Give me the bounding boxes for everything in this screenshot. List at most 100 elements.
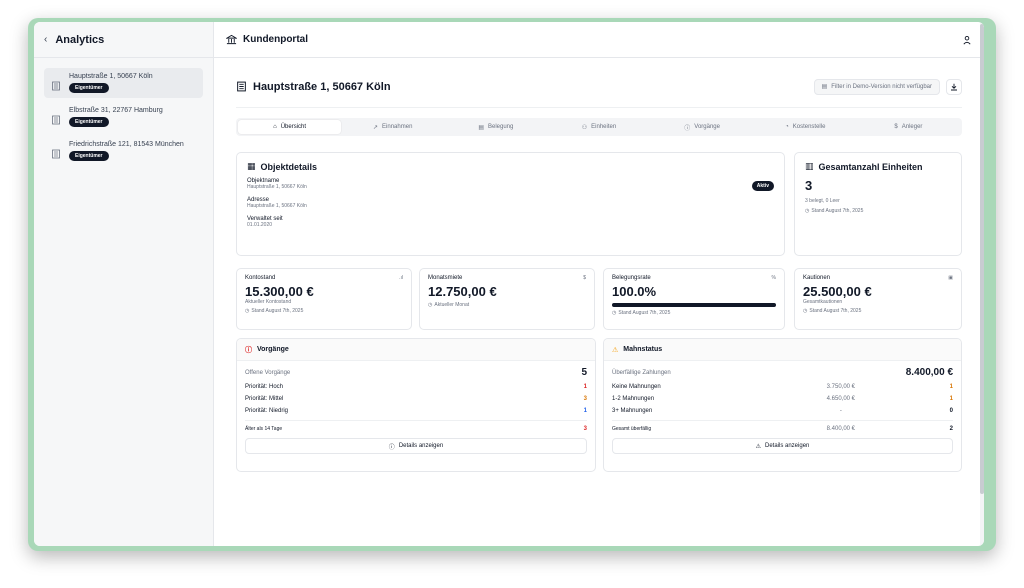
list-item: 3+ Mahnungen -0 bbox=[612, 408, 953, 414]
tab-anleger[interactable]: $ Anleger bbox=[857, 120, 960, 134]
overdue-label: Überfällige Zahlungen bbox=[612, 369, 671, 376]
tab-uebersicht[interactable]: ⌂ Übersicht bbox=[238, 120, 342, 134]
stat-value: 15.300,00 € bbox=[245, 284, 314, 299]
stand-text: Stand August 7th, 2025 bbox=[811, 208, 864, 214]
property-list: Hauptstraße 1, 50667 Köln Eigentümer Elb… bbox=[34, 58, 213, 176]
property-address: Hauptstraße 1, 50667 Köln bbox=[69, 73, 153, 80]
details-button[interactable]: ⓘ Details anzeigen bbox=[245, 438, 587, 454]
chevron-left-icon[interactable]: ‹ bbox=[44, 34, 47, 45]
building-icon bbox=[52, 149, 60, 159]
trend-up-icon: ↗ bbox=[373, 124, 379, 131]
user-icon[interactable] bbox=[962, 35, 972, 45]
vorgaenge-card: ⓘ Vorgänge Offene Vorgänge 5 Priorität: Ho… bbox=[236, 338, 596, 472]
stat-card-kontostand: Kontostand .ıl 15.300,00 € Aktueller Kont… bbox=[236, 268, 412, 330]
clock-icon: ◷ bbox=[803, 308, 808, 314]
list-item: Keine Mahnungen 3.750,00 €1 bbox=[612, 384, 953, 390]
safe-icon: ▣ bbox=[948, 275, 953, 281]
owner-badge: Eigentümer bbox=[69, 151, 109, 161]
stat-card-kautionen: Kautionen ▣ 25.500,00 € Gesamtkautionen ◷… bbox=[794, 268, 962, 330]
card-title: Mahnstatus bbox=[623, 346, 663, 353]
app-window: ‹ Analytics Hauptstraße 1, 50667 Köln Ei… bbox=[34, 22, 984, 546]
field-value: Hauptstraße 1, 50667 Köln bbox=[247, 203, 307, 209]
download-button[interactable] bbox=[946, 78, 962, 95]
stat-label: Kautionen bbox=[803, 275, 831, 281]
tab-kostenstelle[interactable]: ◔ Kostenstelle bbox=[754, 120, 857, 134]
tab-belegung[interactable]: ▤ Belegung bbox=[444, 120, 547, 134]
clock-icon: ◷ bbox=[428, 302, 433, 308]
warning-icon: ⚠ bbox=[755, 443, 761, 450]
list-item: 1-2 Mahnungen 4.650,00 €1 bbox=[612, 396, 953, 402]
tab-bar: ⌂ Übersicht ↗ Einnahmen ▤ Belegung ⚇ Einheit… bbox=[236, 118, 962, 136]
sidebar: ‹ Analytics Hauptstraße 1, 50667 Köln Ei… bbox=[34, 22, 214, 546]
open-label: Offene Vorgänge bbox=[245, 369, 291, 376]
units-detail: 3 belegt, 0 Leer bbox=[805, 198, 840, 204]
scrollbar-thumb[interactable] bbox=[980, 24, 984, 494]
property-item[interactable]: Hauptstraße 1, 50667 Köln Eigentümer bbox=[44, 68, 203, 98]
bar-chart-icon: .ıl bbox=[399, 275, 403, 281]
scrollbar[interactable] bbox=[980, 22, 984, 546]
alert-circle-icon: ⓘ bbox=[245, 346, 252, 354]
stat-value: 100.0% bbox=[612, 284, 657, 299]
owner-badge: Eigentümer bbox=[69, 83, 109, 93]
calendar-icon: ▤ bbox=[821, 84, 828, 90]
percent-icon: % bbox=[771, 275, 776, 281]
stand-text: Stand August 7th, 2025 bbox=[809, 308, 862, 314]
card-title: Gesamtanzahl Einheiten bbox=[818, 161, 923, 172]
list-item: Priorität: Hoch 1 bbox=[245, 384, 587, 390]
calendar-icon: ▤ bbox=[478, 124, 484, 131]
building-icon: ▥ bbox=[805, 161, 814, 171]
property-item[interactable]: Elbstraße 31, 22767 Hamburg Eigentümer bbox=[44, 102, 203, 132]
details-button[interactable]: ⚠ Details anzeigen bbox=[612, 438, 953, 454]
stat-sub: Gesamtkautionen bbox=[803, 299, 843, 305]
owner-badge: Eigentümer bbox=[69, 117, 109, 127]
card-title: Objektdetails bbox=[260, 161, 318, 172]
building-icon: ▦ bbox=[247, 161, 256, 171]
occupancy-progress-fill bbox=[612, 303, 776, 307]
stat-card-belegungsrate: Belegungsrate% 100.0% ◷ Stand August 7th,… bbox=[603, 268, 785, 330]
stand-text: Aktueller Monat bbox=[434, 302, 470, 308]
units-count: 3 bbox=[805, 178, 813, 193]
main-area: Kundenportal Hauptstraße 1, 50667 Köln ▤… bbox=[214, 22, 984, 546]
dollar-icon: $ bbox=[894, 124, 898, 130]
pie-icon: ◔ bbox=[785, 124, 789, 130]
stat-label: Kontostand bbox=[245, 275, 276, 281]
list-item: Priorität: Mittel 3 bbox=[245, 396, 587, 402]
einheiten-card: ▥ Gesamtanzahl Einheiten 3 3 belegt, 0 Le… bbox=[794, 152, 962, 256]
clock-icon: ◷ bbox=[245, 308, 250, 314]
app-title: Kundenportal bbox=[243, 34, 308, 45]
stat-label: Monatsmiete bbox=[428, 275, 463, 281]
stand-text: Stand August 7th, 2025 bbox=[251, 308, 304, 314]
stat-value: 25.500,00 € bbox=[803, 284, 872, 299]
warning-icon: ⚠ bbox=[612, 346, 619, 354]
list-item: Gesamt überfällig 8.400,00 €2 bbox=[612, 420, 953, 432]
stat-sub: Aktueller Kontostand bbox=[245, 299, 292, 305]
list-item: Priorität: Niedrig 1 bbox=[245, 408, 587, 414]
tab-einheiten[interactable]: ⚇ Einheiten bbox=[547, 120, 650, 134]
stat-label: Belegungsrate bbox=[612, 275, 651, 281]
sidebar-title: Analytics bbox=[55, 33, 105, 46]
property-address: Elbstraße 31, 22767 Hamburg bbox=[69, 107, 163, 114]
info-icon: ⓘ bbox=[388, 444, 395, 451]
dollar-icon: $ bbox=[583, 275, 586, 281]
sidebar-header: ‹ Analytics bbox=[34, 22, 213, 58]
download-icon bbox=[951, 83, 957, 90]
field-value: 01.01.2020 bbox=[247, 222, 273, 228]
filter-label: Filter in Demo-Version nicht verfügbar bbox=[831, 83, 932, 90]
stat-card-monatsmiete: Monatsmiete $ 12.750,00 € ◷ Aktueller Mona… bbox=[419, 268, 595, 330]
alert-circle-icon: ⓘ bbox=[684, 125, 691, 132]
open-count: 5 bbox=[581, 367, 587, 378]
tab-einnahmen[interactable]: ↗ Einnahmen bbox=[341, 120, 444, 134]
property-item[interactable]: Friedrichstraße 121, 81543 München Eigen… bbox=[44, 136, 203, 166]
clock-icon: ◷ bbox=[612, 310, 617, 316]
field-value: Hauptstraße 1, 50667 Köln bbox=[247, 184, 307, 190]
page-title: Hauptstraße 1, 50667 Köln bbox=[253, 80, 391, 93]
home-icon: ⌂ bbox=[273, 124, 277, 130]
clock-icon: ◷ bbox=[805, 208, 810, 214]
filter-button[interactable]: ▤ Filter in Demo-Version nicht verfügbar bbox=[813, 78, 940, 95]
stand-text: Stand August 7th, 2025 bbox=[618, 310, 671, 316]
card-title: Vorgänge bbox=[257, 346, 289, 353]
bank-icon bbox=[226, 34, 237, 45]
overdue-amount: 8.400,00 € bbox=[905, 367, 953, 378]
tab-vorgaenge[interactable]: ⓘ Vorgänge bbox=[651, 120, 754, 134]
users-icon: ⚇ bbox=[581, 124, 588, 131]
